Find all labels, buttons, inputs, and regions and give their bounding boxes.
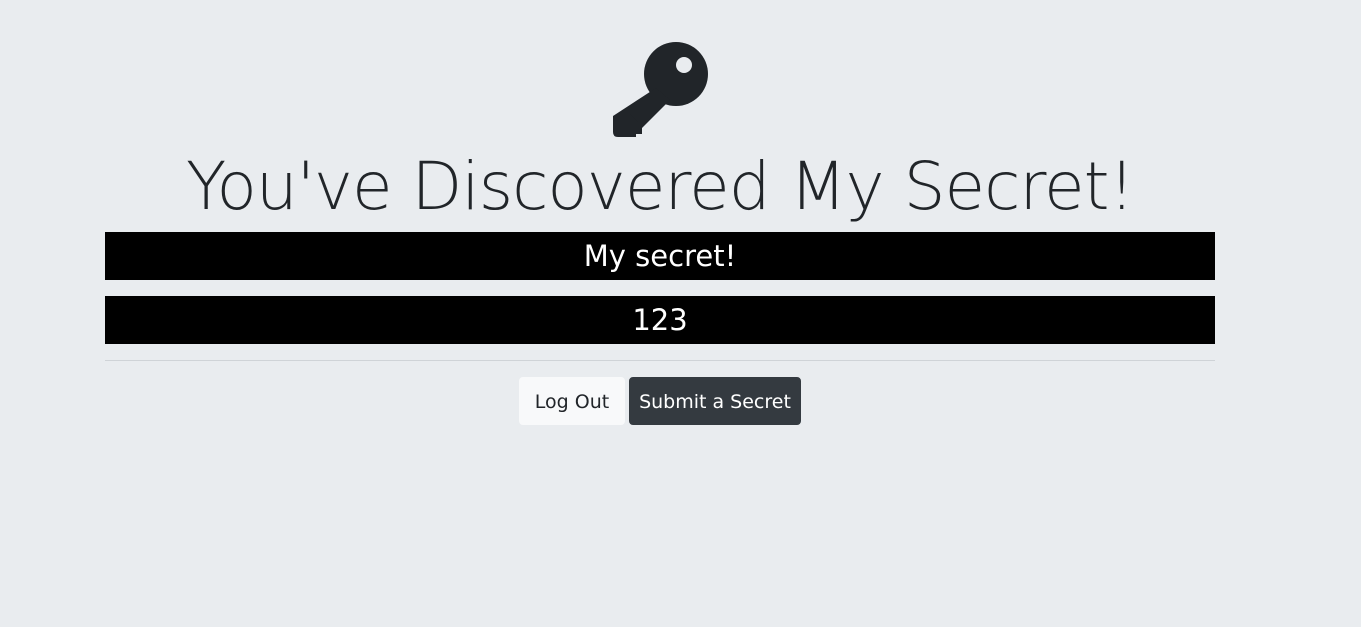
secret-text: 123 [105, 296, 1215, 344]
secret-text: My secret! [105, 232, 1215, 280]
logout-button[interactable]: Log Out [519, 377, 625, 425]
page-title: You've Discovered My Secret! [186, 148, 1135, 225]
submit-secret-button[interactable]: Submit a Secret [629, 377, 801, 425]
key-icon [610, 40, 710, 140]
divider [105, 360, 1215, 361]
